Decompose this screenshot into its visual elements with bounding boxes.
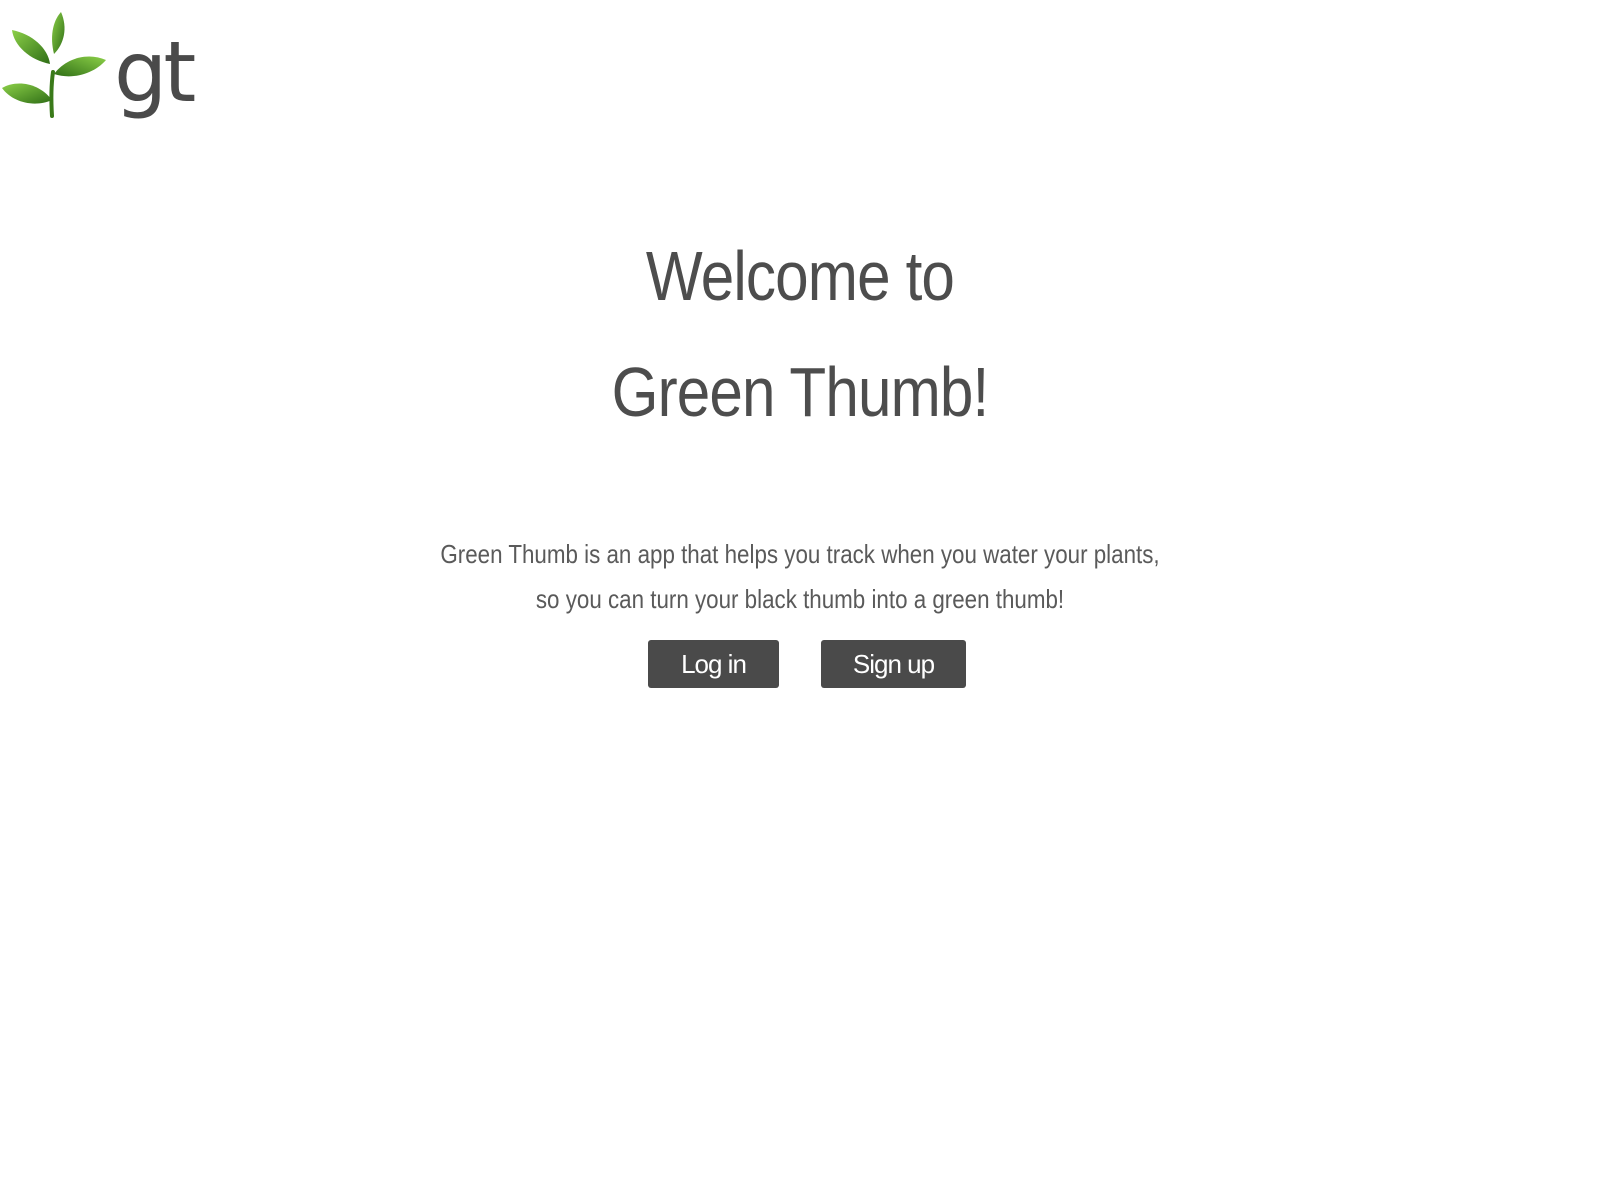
description-line-2: so you can turn your black thumb into a … bbox=[535, 584, 1065, 614]
description-line-1: Green Thumb is an app that helps you tra… bbox=[440, 539, 1160, 569]
title-line-1: Welcome to bbox=[645, 237, 955, 315]
auth-buttons: Log in Sign up bbox=[0, 640, 1600, 688]
plant-sprout-icon bbox=[2, 12, 106, 118]
app-description: Green Thumb is an app that helps you tra… bbox=[112, 532, 1488, 622]
logo-text: gt bbox=[114, 23, 196, 121]
title-line-2: Green Thumb! bbox=[611, 353, 990, 431]
signup-button[interactable]: Sign up bbox=[821, 640, 966, 688]
green-thumb-logo[interactable]: gt bbox=[0, 8, 200, 138]
login-button[interactable]: Log in bbox=[648, 640, 779, 688]
landing-page: gt Welcome to Green Thumb! Green Thumb i… bbox=[0, 0, 1600, 1200]
hero-section: Welcome to Green Thumb! Green Thumb is a… bbox=[0, 218, 1600, 622]
page-title: Welcome to Green Thumb! bbox=[112, 218, 1488, 450]
